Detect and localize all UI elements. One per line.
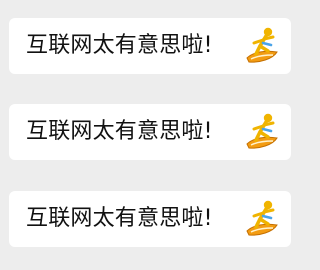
person-surfing-icon [243,24,281,68]
chat-message-list: 互联网太有意思啦! 互联网太有意思啦! 互联网太有意思啦! [0,0,300,270]
person-surfing-icon [243,197,281,241]
message-text: 互联网太有意思啦! [26,33,213,58]
chat-bubble[interactable]: 互联网太有意思啦! [9,191,291,247]
chat-bubble[interactable]: 互联网太有意思啦! [9,18,291,74]
message-text: 互联网太有意思啦! [26,119,213,144]
person-surfing-icon [243,110,281,154]
chat-bubble[interactable]: 互联网太有意思啦! [9,104,291,160]
message-text: 互联网太有意思啦! [26,206,213,231]
